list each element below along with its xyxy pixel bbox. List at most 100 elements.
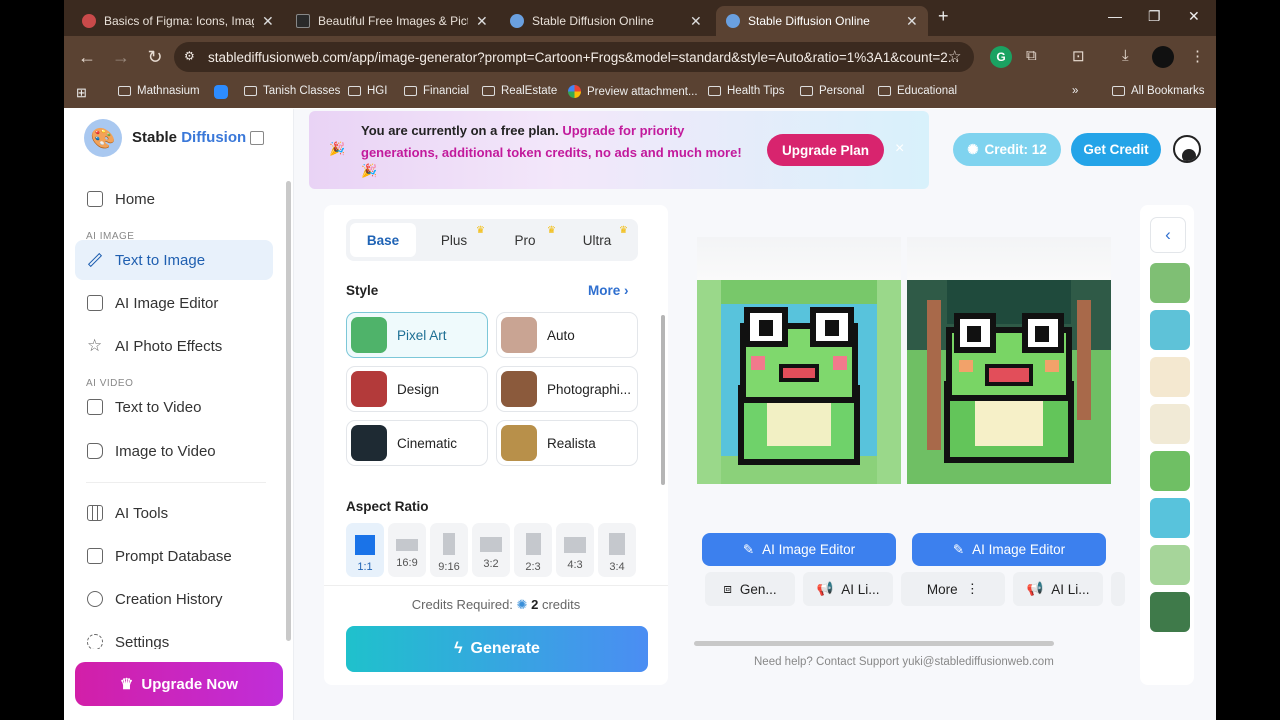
tier-ultra[interactable]: Ultra ♛ [564,223,630,257]
site-info-icon[interactable]: ⚙ [184,49,195,63]
nav-creation-history[interactable]: Creation History [75,579,273,619]
url-field[interactable]: ⚙ stablediffusionweb.com/app/image-gener… [174,42,974,72]
tier-base[interactable]: Base [350,223,416,257]
history-thumbnail[interactable] [1150,263,1190,303]
grammarly-icon[interactable]: G [990,46,1012,68]
back-icon[interactable]: ← [70,47,104,68]
model-tier-tabs: Base Plus ♛ Pro ♛ Ultra ♛ [346,219,638,261]
restore-icon[interactable]: ❐ [1148,8,1161,25]
bookmark-zoom[interactable] [214,85,228,99]
bookmark-hgi[interactable]: HGI [348,85,387,97]
results-scrollbar[interactable] [694,641,1054,646]
history-thumbnail[interactable] [1150,404,1190,444]
generated-image-2[interactable] [907,280,1111,484]
credit-badge[interactable]: ✺ Credit: 12 [953,133,1061,166]
menu-icon[interactable]: ⋮ [1190,47,1205,65]
bookmark-financial[interactable]: Financial [404,85,469,97]
browser-tab-active[interactable]: Stable Diffusion Online ✕ [716,6,928,36]
nav-image-to-video[interactable]: Image to Video [75,431,273,471]
ratio-3-2[interactable]: 3:2 [472,523,510,577]
bookmark-realestate[interactable]: RealEstate [482,85,557,97]
ai-image-editor-button-1[interactable]: ✎ AI Image Editor [702,533,896,566]
nav-ai-photo-effects[interactable]: ☆ AI Photo Effects [75,326,273,366]
nav-ai-image-editor[interactable]: AI Image Editor [75,283,273,323]
overflow-button[interactable] [1111,572,1125,606]
style-design[interactable]: Design [346,366,488,412]
close-banner-icon[interactable]: × [895,140,904,158]
close-tab-icon[interactable]: ✕ [690,13,702,30]
close-window-icon[interactable]: ✕ [1188,8,1200,25]
sidebar-scrollbar[interactable] [286,181,291,641]
bookmark-star-icon[interactable]: ☆ [948,47,961,65]
get-credit-button[interactable]: Get Credit [1071,133,1161,166]
bookmark-mathnasium[interactable]: Mathnasium [118,85,200,97]
tab-favicon-icon [510,14,524,28]
ai-lipsync-button-1[interactable]: 📢 AI Li... [803,572,893,606]
style-photographic[interactable]: Photographi... [496,366,638,412]
credits-value: 2 [531,597,539,612]
bookmark-educational[interactable]: Educational [878,85,957,97]
history-thumbnail[interactable] [1150,357,1190,397]
more-styles-link[interactable]: More › [588,283,629,298]
avatar[interactable] [1173,135,1201,163]
history-thumbnail[interactable] [1150,545,1190,585]
download-icon[interactable]: ⤓ [1122,47,1129,64]
chevron-left-icon[interactable]: ‹ [1150,217,1186,253]
history-thumbnail[interactable] [1150,310,1190,350]
style-pixel-art[interactable]: Pixel Art [346,312,488,358]
ratio-shape-icon [443,533,455,555]
nav-text-to-video[interactable]: Text to Video [75,387,273,427]
history-thumbnail[interactable] [1150,592,1190,632]
new-tab-icon[interactable]: + [938,6,949,27]
ratio-9-16[interactable]: 9:16 [430,523,468,577]
close-tab-icon[interactable]: ✕ [476,13,488,30]
generate-button[interactable]: ϟ Generate [346,626,648,672]
ratio-16-9[interactable]: 16:9 [388,523,426,577]
profile-icon[interactable] [1152,46,1174,68]
bookmark-personal[interactable]: Personal [800,85,864,97]
extensions-icon[interactable]: ⧉ [1026,47,1037,64]
ratio-2-3[interactable]: 2:3 [514,523,552,577]
all-bookmarks[interactable]: All Bookmarks [1112,85,1205,97]
panel-scrollbar[interactable] [661,315,665,485]
ratio-1-1[interactable]: 1:1 [346,523,384,577]
ai-image-editor-button-2[interactable]: ✎ AI Image Editor [912,533,1106,566]
more-button[interactable]: More ⋮ [901,572,1005,606]
bookmark-tanish-classes[interactable]: Tanish Classes [244,85,340,97]
upgrade-now-button[interactable]: ♛ Upgrade Now [75,662,283,706]
apps-icon[interactable]: ⊞ [76,85,87,101]
bookmark-preview[interactable]: Preview attachment... [568,85,698,98]
browser-tab-3[interactable]: Stable Diffusion Online ✕ [500,6,712,36]
nav-label: Home [115,190,156,208]
collapse-sidebar-icon[interactable] [250,131,264,145]
close-tab-icon[interactable]: ✕ [262,13,274,30]
nav-home[interactable]: Home [75,179,273,219]
ratio-3-4[interactable]: 3:4 [598,523,636,577]
reload-icon[interactable]: ↻ [138,47,172,68]
browser-tab-1[interactable]: Basics of Figma: Icons, Images, ✕ [72,6,284,36]
minimize-icon[interactable]: — [1108,8,1122,24]
cast-icon[interactable]: ⊡ [1072,47,1085,65]
style-realista[interactable]: Realista [496,420,638,466]
nav-prompt-database[interactable]: Prompt Database [75,536,273,576]
nav-settings[interactable]: Settings [75,623,273,649]
tier-pro[interactable]: Pro ♛ [492,223,558,257]
upgrade-plan-button[interactable]: Upgrade Plan [767,134,884,166]
close-tab-icon[interactable]: ✕ [906,13,918,30]
folder-icon [348,86,361,96]
generated-image-1[interactable] [697,280,901,484]
history-thumbnail[interactable] [1150,451,1190,491]
bookmark-health-tips[interactable]: Health Tips [708,85,785,97]
style-auto[interactable]: Auto [496,312,638,358]
bookmarks-overflow-icon[interactable]: » [1072,85,1078,97]
nav-ai-tools[interactable]: AI Tools [75,493,273,533]
generate-variation-button[interactable]: ⧈ Gen... [705,572,795,606]
style-cinematic[interactable]: Cinematic [346,420,488,466]
browser-tab-2[interactable]: Beautiful Free Images & Picture ✕ [286,6,498,36]
tier-plus[interactable]: Plus ♛ [421,223,487,257]
forward-icon[interactable]: → [104,47,138,68]
ratio-4-3[interactable]: 4:3 [556,523,594,577]
nav-text-to-image[interactable]: Text to Image [75,240,273,280]
history-thumbnail[interactable] [1150,498,1190,538]
ai-lipsync-button-2[interactable]: 📢 AI Li... [1013,572,1103,606]
